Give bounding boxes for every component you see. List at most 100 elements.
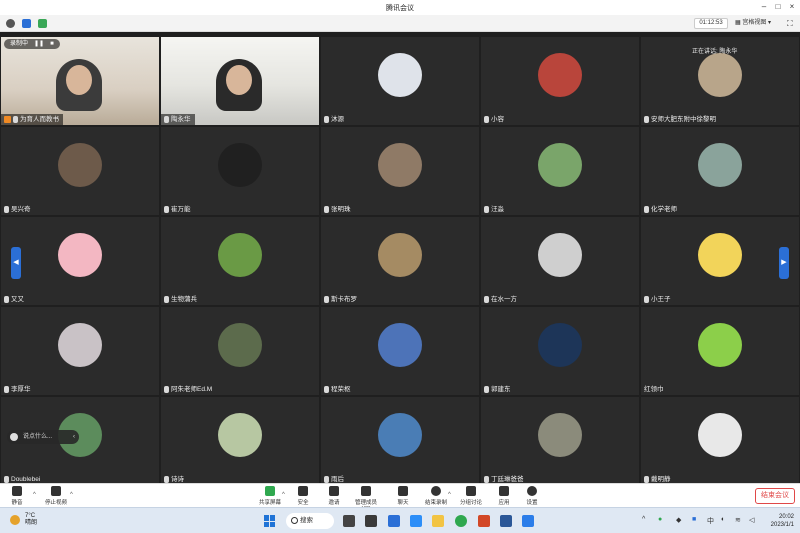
participant-tile[interactable]: 郭建东	[481, 307, 639, 395]
app-icon[interactable]	[388, 515, 400, 527]
toolbar-members-button[interactable]: 管理成员(49)	[352, 486, 380, 512]
toolbar-record-button[interactable]: 结束录制	[422, 486, 450, 507]
chevron-left-icon[interactable]: ‹	[73, 430, 75, 444]
app-icon[interactable]	[365, 515, 377, 527]
meeting-toolbar: 结束会议 静音 停止视频 共享屏幕 安全 邀请 管理成员(49) 聊天 结束录制 分组讨论 应用 设…	[0, 483, 800, 512]
taskbar-search[interactable]: 搜索	[286, 513, 334, 529]
mic-icon	[324, 476, 329, 483]
fullscreen-icon[interactable]: ⛶	[787, 18, 793, 29]
wifi-icon[interactable]: ≋	[735, 516, 741, 524]
toolbar-apps-button[interactable]: 应用	[490, 486, 518, 507]
windows-start-icon[interactable]	[264, 515, 276, 527]
participant-name: 李厚华	[11, 386, 31, 393]
tencent-meeting-icon[interactable]	[522, 515, 534, 527]
participant-tile[interactable]: 诗诗	[161, 397, 319, 485]
weather-temp: 7°C	[25, 513, 36, 519]
participant-tile[interactable]: 戴明静	[641, 397, 799, 485]
participant-tile[interactable]: 张明珠	[321, 127, 479, 215]
participant-tile[interactable]: 化学老师	[641, 127, 799, 215]
toolbar-invite-button[interactable]: 邀请	[320, 486, 348, 507]
volume-icon[interactable]: ◁	[749, 516, 754, 524]
toolbar-chat-button[interactable]: 聊天	[389, 486, 417, 507]
participant-tile[interactable]: 阿朱老师Ed.M	[161, 307, 319, 395]
ime-icon[interactable]: ◐	[721, 516, 725, 523]
minimize-icon[interactable]: –	[759, 2, 769, 12]
weather-icon	[10, 515, 20, 525]
mic-icon	[324, 296, 329, 303]
browser-icon[interactable]	[455, 515, 467, 527]
toolbar-shield-button[interactable]: 安全	[289, 486, 317, 507]
participant-tile[interactable]: 李厚华	[1, 307, 159, 395]
participant-tile[interactable]: 小王子	[641, 217, 799, 305]
end-meeting-button[interactable]: 结束会议	[755, 488, 795, 504]
tray-app-icon[interactable]: ■	[692, 516, 696, 523]
gear-icon	[527, 486, 537, 496]
participant-nameplate: 陶永华	[161, 114, 195, 125]
signal-icon[interactable]	[38, 19, 47, 28]
camera-icon	[51, 486, 61, 496]
participant-tile[interactable]: 吴兴奇	[1, 127, 159, 215]
participant-tile[interactable]: 在水一方	[481, 217, 639, 305]
toolbar-mic-button[interactable]: 静音	[3, 486, 31, 507]
chevron-up-icon[interactable]: ^	[70, 492, 73, 498]
toolbar-camera-button[interactable]: 停止视频	[42, 486, 70, 507]
emoji-icon[interactable]	[10, 433, 18, 441]
participant-avatar	[218, 143, 262, 187]
chat-input[interactable]: 说点什么... ‹	[7, 430, 79, 444]
pause-icon[interactable]: ❚❚	[34, 39, 44, 49]
participant-tile[interactable]: 雨后	[321, 397, 479, 485]
chevron-up-icon[interactable]: ^	[33, 492, 36, 498]
prev-page-button[interactable]: ◀	[11, 247, 21, 279]
participant-tile[interactable]: 汪淼	[481, 127, 639, 215]
maximize-icon[interactable]: □	[773, 2, 783, 12]
participant-nameplate: 汪淼	[481, 204, 508, 215]
participant-name: 崔万能	[171, 206, 191, 213]
shield-icon[interactable]	[22, 19, 31, 28]
participant-tile[interactable]: 为育人而教书	[1, 37, 159, 125]
task-view-icon[interactable]	[343, 515, 355, 527]
view-switch[interactable]: ▦ 宫格视图 ▾	[735, 18, 771, 29]
participant-name: 为育人而教书	[20, 116, 59, 123]
participant-tile[interactable]: 生物蒲兵	[161, 217, 319, 305]
participant-tile[interactable]: 丁廷琳爸爸	[481, 397, 639, 485]
participant-tile[interactable]: 崔万能	[161, 127, 319, 215]
toolbar-gear-button[interactable]: 设置	[518, 486, 546, 507]
toolbar-share-screen-button[interactable]: 共享屏幕	[256, 486, 284, 507]
next-page-button[interactable]: ▶	[779, 247, 789, 279]
participant-avatar	[538, 53, 582, 97]
participant-tile[interactable]: 陶永华	[161, 37, 319, 125]
recording-indicator[interactable]: 录制中 ❚❚ ■	[4, 39, 60, 49]
chevron-up-icon[interactable]: ^	[282, 492, 285, 498]
taskbar-clock[interactable]: 20:02 2023/1/1	[762, 513, 794, 529]
participant-tile[interactable]: 沐源	[321, 37, 479, 125]
participant-tile[interactable]: 小容	[481, 37, 639, 125]
chevron-up-icon[interactable]: ^	[642, 516, 645, 523]
recording-label: 录制中	[10, 41, 29, 47]
participant-tile[interactable]: 斯卡布罗	[321, 217, 479, 305]
participant-nameplate: 为育人而教书	[1, 114, 63, 125]
participant-tile[interactable]: 又又	[1, 217, 159, 305]
participant-tile[interactable]: 程荣枢	[321, 307, 479, 395]
file-explorer-icon[interactable]	[432, 515, 444, 527]
toolbar-label: 邀请	[328, 500, 340, 506]
input-language[interactable]: 中	[707, 516, 714, 526]
participant-nameplate: 生物蒲兵	[161, 294, 201, 305]
participant-avatar	[58, 323, 102, 367]
participant-name: 在水一方	[491, 296, 517, 303]
stop-icon[interactable]: ■	[50, 39, 54, 49]
close-icon[interactable]: ×	[787, 2, 797, 12]
meeting-topbar: 01:12:53 ▦ 宫格视图 ▾ ⛶	[0, 15, 800, 32]
participant-avatar	[378, 323, 422, 367]
participant-tile[interactable]: 红领巾	[641, 307, 799, 395]
tray-app-icon[interactable]: ◆	[676, 516, 681, 524]
app-icon[interactable]	[410, 515, 422, 527]
shield-icon	[298, 486, 308, 496]
info-icon[interactable]	[6, 19, 15, 28]
chevron-up-icon[interactable]: ^	[448, 492, 451, 498]
word-icon[interactable]	[500, 515, 512, 527]
tray-app-icon[interactable]: ●	[658, 516, 662, 523]
participant-nameplate: 红领巾	[641, 384, 668, 395]
powerpoint-icon[interactable]	[478, 515, 490, 527]
participant-nameplate: 郭建东	[481, 384, 515, 395]
toolbar-breakout-button[interactable]: 分组讨论	[457, 486, 485, 507]
